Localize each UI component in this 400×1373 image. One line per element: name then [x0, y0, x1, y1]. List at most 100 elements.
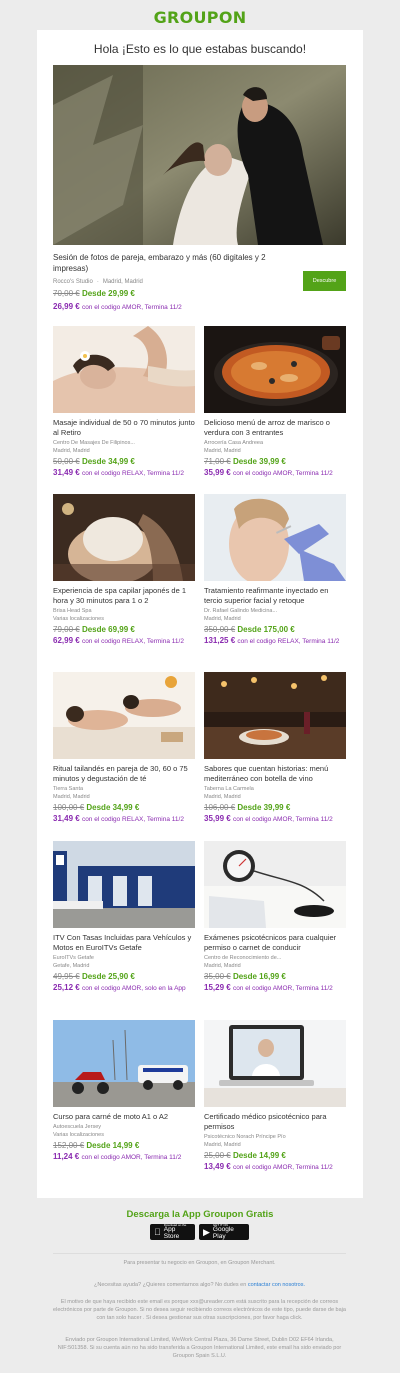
footer-merchant-line: Para presentar tu negocio en Groupon, en…: [123, 1260, 276, 1266]
deal-price: Desde 39,99 €: [237, 803, 291, 812]
hero-merchant: Rocco's Studio: [53, 279, 93, 285]
deal-title[interactable]: Sabores que cuentan historias: menú medi…: [204, 764, 346, 784]
google-play-button[interactable]: ▶ GET IT ON Google Play: [199, 1224, 249, 1240]
contact-link[interactable]: contactar con nosotros.: [248, 1282, 305, 1288]
deal-promo-price: 31,49 €: [53, 468, 80, 477]
deal-promo-text: con el codigo AMOR, Termina 11/2: [81, 1154, 182, 1161]
deal-merchant: Psicotécnico Norach Príncipe Pío: [204, 1134, 286, 1140]
discover-button[interactable]: Descubre: [303, 271, 346, 291]
deal-price-line: 79,00 € Desde 69,99 €: [53, 624, 195, 635]
deal-merchant: Arrocería Casa Andreea: [204, 440, 264, 446]
deal-old-price: 25,00 €: [204, 1151, 231, 1160]
deal-merchant: Autoescuela Jersey: [53, 1124, 101, 1130]
deal-card[interactable]: Sabores que cuentan historias: menú medi…: [204, 672, 346, 825]
deal-promo-text: con el codigo AMOR, Termina 11/2: [232, 470, 333, 477]
deal-image-itv[interactable]: [53, 841, 195, 928]
app-download-title: Descarga la App Groupon Gratis: [126, 1209, 274, 1220]
deal-promo-text: con el codigo RELAX, Termina 11/2: [81, 470, 184, 477]
deal-card[interactable]: Delicioso menú de arroz de marisco o ver…: [204, 326, 346, 479]
footer-divider: [53, 1253, 346, 1254]
deal-price: Desde 14,99 €: [232, 1151, 286, 1160]
hero-deal-image[interactable]: [53, 65, 346, 245]
app-store-button[interactable]:  Download on the App Store: [150, 1224, 195, 1240]
meta-separator: ·: [96, 279, 99, 285]
deal-location: Madrid, Madrid: [53, 448, 90, 454]
deal-promo-price: 13,49 €: [204, 1162, 231, 1171]
deal-image-telemedicine[interactable]: [204, 1020, 346, 1107]
deal-promo-line: 15,29 € con el codigo AMOR, Termina 11/2: [204, 983, 346, 994]
deal-promo-price: 62,99 €: [53, 636, 80, 645]
footer-subscription-text: El motivo de que haya recibido este emai…: [53, 1299, 346, 1321]
deal-image-blood-pressure[interactable]: [204, 841, 346, 928]
deal-price: Desde 25,90 €: [81, 972, 135, 981]
deal-price: Desde 39,99 €: [232, 457, 286, 466]
deal-image-headspa[interactable]: [53, 494, 195, 581]
deal-card[interactable]: Certificado médico psicotécnico para per…: [204, 1020, 346, 1173]
deal-card[interactable]: Experiencia de spa capilar japonés de 1 …: [53, 494, 195, 647]
deal-promo-text: con el codigo AMOR, Termina 11/2: [232, 816, 333, 823]
deal-merchant: Taberna La Carmela: [204, 786, 254, 792]
deal-price: Desde 175,00 €: [237, 625, 295, 634]
deal-price: Desde 34,99 €: [81, 457, 135, 466]
deal-merchant: Centro de Reconocimiento de...: [204, 955, 282, 961]
google-play-big-text: Google Play: [212, 1226, 234, 1240]
deal-title[interactable]: Tratamiento reafirmante inyectado en ter…: [204, 586, 346, 606]
deal-image-motorbikes[interactable]: [53, 1020, 195, 1107]
deal-card[interactable]: Masaje individual de 50 o 70 minutos jun…: [53, 326, 195, 479]
deal-promo-text: con el codigo RELAX, Termina 11/2: [81, 816, 184, 823]
deal-image-restaurant[interactable]: [204, 672, 346, 759]
deal-price-line: 35,00 € Desde 16,99 €: [204, 971, 346, 982]
deal-price-line: 71,00 € Desde 39,99 €: [204, 456, 346, 467]
deal-title[interactable]: Exámenes psicotécnicos para cualquier pe…: [204, 933, 346, 953]
deal-location: Varias localizaciones: [53, 1132, 104, 1138]
deal-image-couple-massage[interactable]: [53, 672, 195, 759]
hero-location: Madrid, Madrid: [102, 279, 143, 285]
deal-title[interactable]: Ritual tailandés en pareja de 30, 60 o 7…: [53, 764, 195, 784]
deal-card[interactable]: Curso para carné de moto A1 o A2 Autoesc…: [53, 1020, 195, 1163]
groupon-logo[interactable]: GROUPON: [0, 8, 400, 27]
deal-promo-line: 131,25 € con el codigo RELAX, Termina 11…: [204, 636, 346, 647]
deal-promo-text: con el codigo RELAX, Termina 11/2: [81, 638, 184, 645]
deal-title[interactable]: Masaje individual de 50 o 70 minutos jun…: [53, 418, 195, 438]
deal-image-injection[interactable]: [204, 494, 346, 581]
deal-location: Varias localizaciones: [53, 616, 104, 622]
deal-promo-line: 31,49 € con el codigo RELAX, Termina 11/…: [53, 814, 195, 825]
deal-title[interactable]: Curso para carné de moto A1 o A2: [53, 1112, 195, 1122]
deal-title[interactable]: Certificado médico psicotécnico para per…: [204, 1112, 346, 1132]
deal-old-price: 152,00 €: [53, 1141, 85, 1150]
deal-price-line: 49,95 € Desde 25,90 €: [53, 971, 195, 982]
google-play-icon: ▶: [203, 1226, 210, 1237]
deal-price-line: 50,00 € Desde 34,99 €: [53, 456, 195, 467]
deal-promo-price: 25,12 €: [53, 983, 80, 992]
hero-deal-title[interactable]: Sesión de fotos de pareja, embarazo y má…: [53, 253, 291, 274]
deal-old-price: 50,00 €: [53, 457, 80, 466]
footer-help-line: ¿Necesitas ayuda? ¿Quieres comentarnos a…: [53, 1281, 346, 1289]
google-play-label: GET IT ON Google Play: [213, 1224, 245, 1240]
deal-promo-line: 62,99 € con el codigo RELAX, Termina 11/…: [53, 636, 195, 647]
deal-location: Madrid, Madrid: [204, 616, 241, 622]
app-store-label: Download on the App Store: [164, 1224, 191, 1240]
deal-merchant: Dr. Rafael Galindo Medicina...: [204, 608, 278, 614]
hero-promo-price: 26,99 €: [53, 302, 80, 311]
hero-old-price: 70,00 €: [53, 289, 80, 298]
deal-card[interactable]: Ritual tailandés en pareja de 30, 60 o 7…: [53, 672, 195, 825]
deal-card[interactable]: Exámenes psicotécnicos para cualquier pe…: [204, 841, 346, 994]
deal-image-massage[interactable]: [53, 326, 195, 413]
deal-old-price: 49,95 €: [53, 972, 80, 981]
deal-title[interactable]: Experiencia de spa capilar japonés de 1 …: [53, 586, 195, 606]
deal-merchant: Centro De Masajes De Filipinos...: [53, 440, 135, 446]
deal-title[interactable]: ITV Con Tasas Incluidas para Vehículos y…: [53, 933, 195, 953]
deal-old-price: 106,00 €: [204, 803, 236, 812]
deal-card[interactable]: Tratamiento reafirmante inyectado en ter…: [204, 494, 346, 647]
app-store-big-text: App Store: [157, 1226, 186, 1239]
hero-price: Desde 29,99 €: [81, 289, 135, 298]
deal-title[interactable]: Delicioso menú de arroz de marisco o ver…: [204, 418, 346, 438]
deal-promo-line: 31,49 € con el codigo RELAX, Termina 11/…: [53, 468, 195, 479]
deal-location: Madrid, Madrid: [204, 448, 241, 454]
deal-card[interactable]: ITV Con Tasas Incluidas para Vehículos y…: [53, 841, 195, 994]
deal-price: Desde 69,99 €: [81, 625, 135, 634]
deal-location: Getafe, Madrid: [53, 963, 90, 969]
deal-image-paella[interactable]: [204, 326, 346, 413]
deal-price-line: 350,00 € Desde 175,00 €: [204, 624, 346, 635]
deal-location: Madrid, Madrid: [204, 963, 241, 969]
